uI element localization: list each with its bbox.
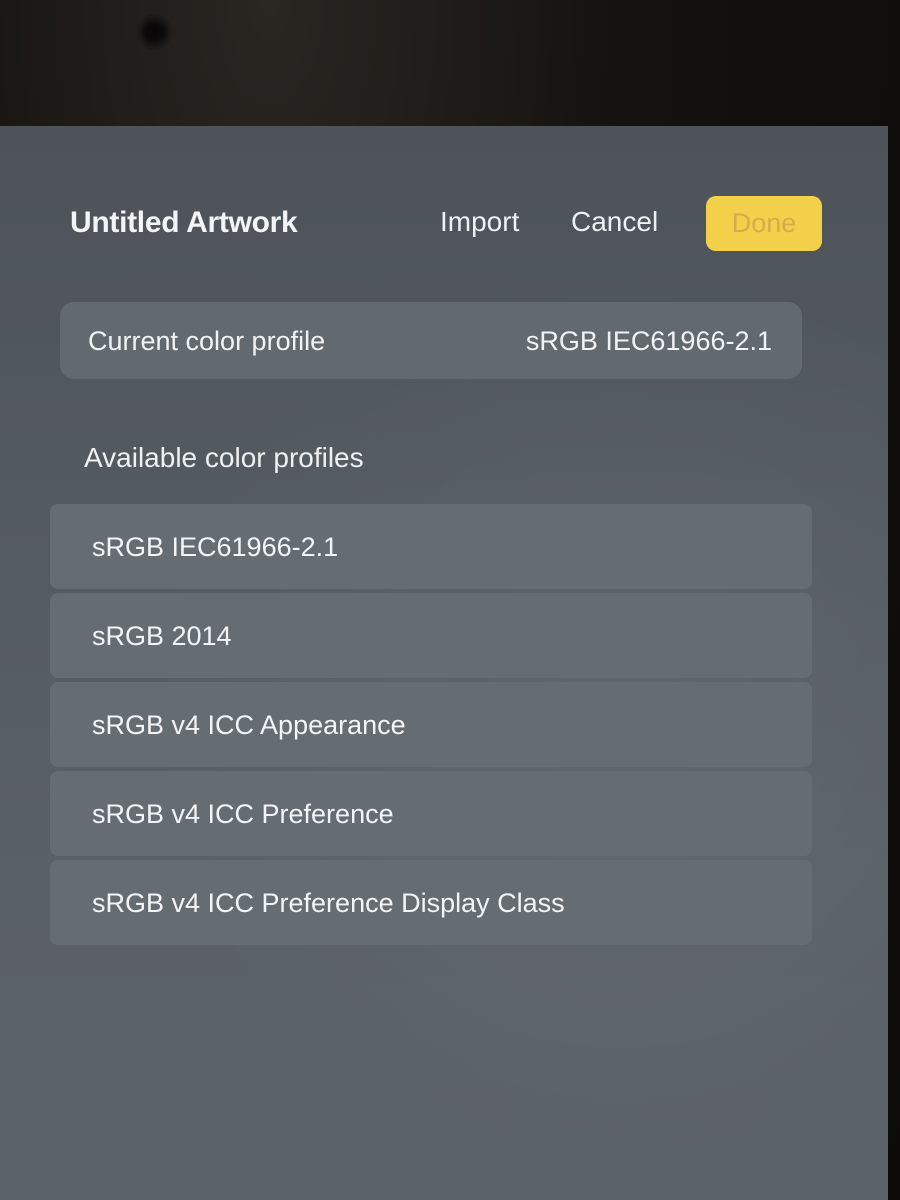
color-profile-panel: Untitled Artwork Import Cancel Done Curr… <box>0 126 888 1200</box>
available-profiles-list: sRGB IEC61966-2.1 sRGB 2014 sRGB v4 ICC … <box>50 504 812 949</box>
cancel-button[interactable]: Cancel <box>571 206 658 238</box>
profile-item-label: sRGB v4 ICC Preference Display Class <box>92 888 565 918</box>
profile-item-label: sRGB v4 ICC Appearance <box>92 710 406 740</box>
current-profile-row: Current color profile sRGB IEC61966-2.1 <box>60 302 802 379</box>
artwork-title: Untitled Artwork <box>70 206 298 239</box>
import-button[interactable]: Import <box>440 206 519 238</box>
profile-item-srgb-v4-preference[interactable]: sRGB v4 ICC Preference <box>50 771 812 856</box>
current-profile-label: Current color profile <box>88 326 326 356</box>
profile-item-srgb-2014[interactable]: sRGB 2014 <box>50 593 812 678</box>
current-profile-value: sRGB IEC61966-2.1 <box>525 326 772 356</box>
profile-item-label: sRGB 2014 <box>92 621 232 651</box>
front-camera <box>136 14 172 50</box>
available-profiles-heading: Available color profiles <box>84 442 364 473</box>
profile-item-srgb-v4-preference-display-class[interactable]: sRGB v4 ICC Preference Display Class <box>50 860 812 945</box>
profile-item-label: sRGB v4 ICC Preference <box>92 799 394 829</box>
profile-item-srgb-iec61966[interactable]: sRGB IEC61966-2.1 <box>50 504 812 589</box>
profile-item-label: sRGB IEC61966-2.1 <box>92 532 339 562</box>
profile-item-srgb-v4-appearance[interactable]: sRGB v4 ICC Appearance <box>50 682 812 767</box>
done-button[interactable]: Done <box>706 196 822 251</box>
